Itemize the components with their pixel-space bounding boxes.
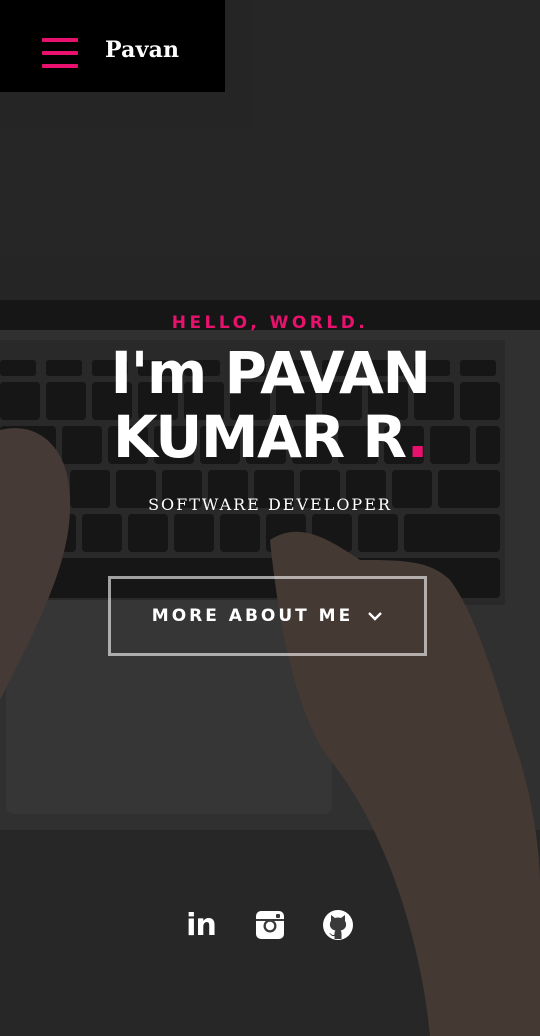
role-subtitle: SOFTWARE DEVELOPER — [148, 495, 392, 514]
more-about-me-button[interactable]: MORE ABOUT ME — [108, 576, 427, 656]
hero-name-line2: KUMAR R. — [0, 405, 540, 469]
greeting-text: HELLO, WORLD. — [171, 313, 369, 333]
linkedin-icon[interactable]: in — [184, 908, 218, 943]
hero-section: Pavan HELLO, WORLD. I'm PAVAN KUMAR R. S… — [0, 0, 540, 1036]
more-about-me-label: MORE ABOUT ME — [151, 606, 354, 626]
accent-dot: . — [406, 403, 429, 471]
hero-name-line2-text: KUMAR R — [112, 403, 408, 471]
hero-name-line1: I'm PAVAN — [110, 339, 431, 407]
chevron-down-icon — [368, 612, 383, 621]
brand-logo[interactable]: Pavan — [105, 37, 179, 63]
laptop-background-image — [0, 0, 540, 1036]
instagram-icon[interactable] — [253, 908, 287, 942]
hero-name: I'm PAVAN KUMAR R. — [0, 341, 540, 469]
github-icon[interactable] — [321, 908, 355, 942]
nav-bar: Pavan — [0, 0, 225, 92]
hamburger-menu-icon[interactable] — [42, 38, 78, 70]
